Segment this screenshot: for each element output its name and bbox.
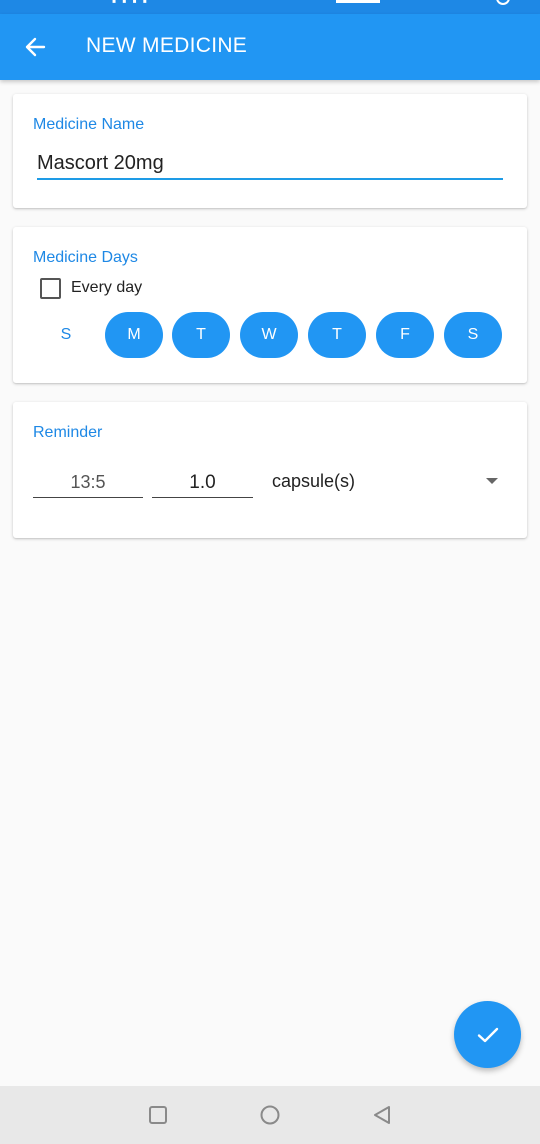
dose-quantity-input[interactable]	[152, 468, 253, 498]
arrow-left-icon[interactable]	[18, 30, 52, 64]
medicine-days-label: Medicine Days	[33, 249, 138, 266]
battery-icon	[336, 0, 380, 3]
page-title: NEW MEDICINE	[86, 34, 248, 57]
save-fab-button[interactable]	[454, 1001, 521, 1068]
home-icon[interactable]	[258, 1103, 282, 1127]
day-toggle-tuesday[interactable]: T	[172, 312, 230, 358]
every-day-checkbox-row[interactable]: Every day	[40, 277, 142, 299]
reminder-label: Reminder	[33, 424, 103, 441]
checkmark-icon	[477, 1027, 498, 1042]
day-toggle-friday[interactable]: F	[376, 312, 434, 358]
reminder-time-input[interactable]	[33, 468, 143, 498]
system-nav-bar	[0, 1086, 540, 1144]
app-bar: NEW MEDICINE	[0, 14, 540, 80]
day-toggle-thursday[interactable]: T	[308, 312, 366, 358]
medicine-name-label: Medicine Name	[33, 116, 145, 133]
day-toggle-sunday[interactable]: S	[37, 312, 95, 358]
status-circle-icon	[496, 0, 510, 5]
dropdown-arrow-icon	[486, 478, 498, 484]
back-triangle-icon[interactable]	[370, 1103, 394, 1127]
medicine-name-input[interactable]	[37, 148, 503, 180]
dose-unit-label: capsule(s)	[272, 471, 356, 491]
medicine-name-card: Medicine Name	[13, 94, 527, 208]
day-toggle-wednesday[interactable]: W	[240, 312, 298, 358]
day-toggle-saturday[interactable]: S	[444, 312, 502, 358]
every-day-checkbox[interactable]	[40, 277, 61, 299]
dose-unit-dropdown[interactable]: capsule(s)	[272, 468, 498, 498]
status-notification-icons: ▪▪▪▪	[112, 0, 154, 8]
recent-apps-icon[interactable]	[146, 1103, 170, 1127]
medicine-days-card: Medicine Days Every day S M T W T F S	[13, 227, 527, 383]
day-toggle-monday[interactable]: M	[105, 312, 163, 358]
reminder-card: Reminder capsule(s)	[13, 402, 527, 538]
every-day-label: Every day	[71, 279, 143, 296]
status-bar: ▪▪▪▪	[0, 0, 540, 14]
